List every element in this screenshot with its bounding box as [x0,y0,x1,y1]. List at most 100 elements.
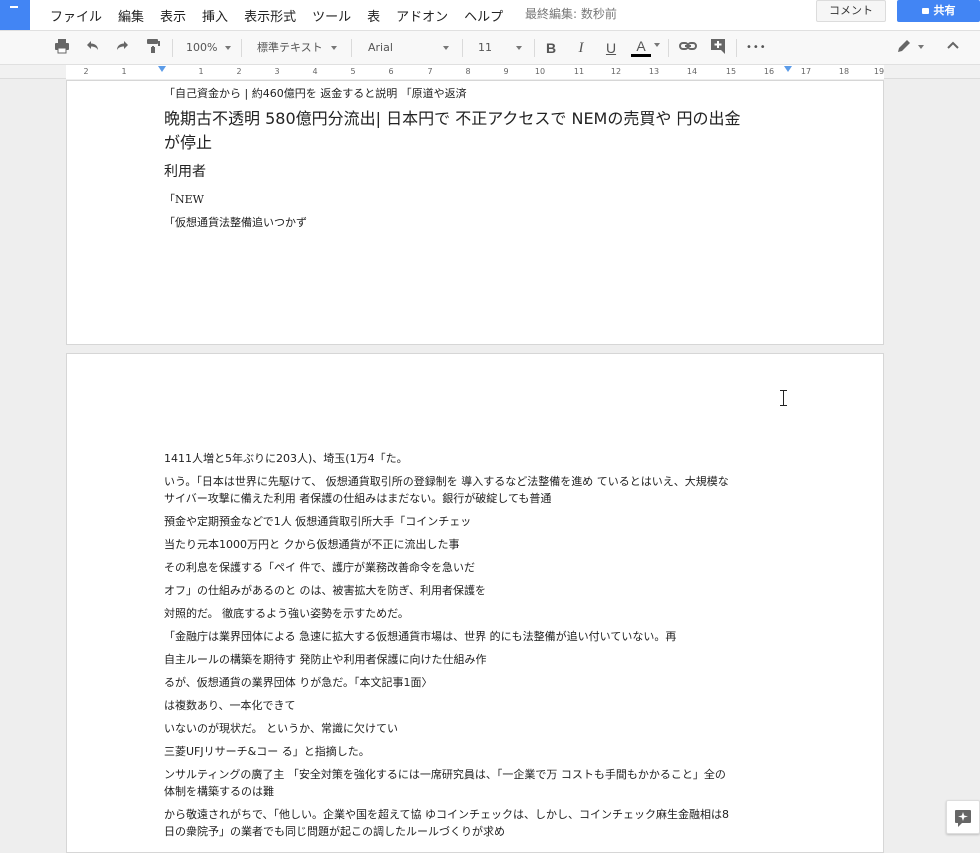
menu-format[interactable]: 表示形式 [244,6,296,25]
menu-insert[interactable]: 挿入 [202,6,228,25]
toolbar-divider [351,39,352,57]
add-comment-icon[interactable] [708,38,728,58]
underline-button[interactable]: U [601,38,621,58]
document-page-1[interactable]: 「自己資金から | 約460億円を 返金すると説明 「原道や返済 晩期古不透明 … [66,80,884,345]
ruler-body [66,65,884,79]
menu-file[interactable]: ファイル [50,6,102,25]
ruler-tick: 17 [800,67,812,76]
ruler-tick: 1 [198,67,204,76]
menu-edit[interactable]: 編集 [118,6,144,25]
paragraph-style-select[interactable]: 標準テキスト [257,38,337,58]
paint-format-icon[interactable] [143,38,163,58]
font-value: Arial [368,41,393,54]
chevron-down-icon[interactable] [654,43,660,47]
doc-line: 体制を構築するのは難 [164,785,274,798]
doc-line: は複数あり、一本化できて [164,699,296,712]
link-icon[interactable] [678,38,698,58]
doc-line: 「仮想通貨法整備追いつかず [164,216,307,229]
ruler-tick: 11 [573,67,585,76]
ruler-tick: 9 [503,67,509,76]
doc-line: いう。「日本は世界に先駆けて、 仮想通貨取引所の登録制を 導入するなど法整備を進… [164,475,729,488]
doc-line: 「自己資金から | 約460億円を 返金すると説明 「原道や返済 [164,87,467,100]
ruler-tick: 10 [534,67,546,76]
ruler-tick: 2 [236,67,242,76]
chevron-down-icon [330,46,337,50]
zoom-select[interactable]: 100% [186,38,232,58]
ruler[interactable]: 2 1 1 2 3 4 5 6 7 8 9 10 11 12 13 14 15 … [0,65,980,79]
doc-line: 1411人増と5年ぶりに203人)、埼玉(1万4「た。 [164,452,408,465]
chevron-down-icon [442,46,449,50]
print-icon[interactable] [52,38,72,58]
comment-button[interactable]: コメント [816,0,886,22]
text-color-button[interactable]: A [631,38,651,57]
left-indent-marker[interactable] [158,66,166,72]
ruler-tick: 6 [388,67,394,76]
zoom-value: 100% [186,41,218,54]
menu-addons[interactable]: アドオン [396,6,448,25]
docs-home-icon[interactable] [0,0,30,30]
toolbar: 100% 標準テキスト Arial 11 B I U A ••• [0,30,980,65]
ruler-tick: 3 [274,67,280,76]
toolbar-divider [534,39,535,57]
share-button[interactable]: 共有 [897,0,980,22]
menu-bar: ファイル 編集 表示 挿入 表示形式 ツール 表 アドオン ヘルプ 最終編集: … [0,0,980,30]
toolbar-divider [241,39,242,57]
ruler-tick: 16 [763,67,775,76]
ruler-tick: 12 [610,67,622,76]
paragraph-style-value: 標準テキスト [257,41,323,54]
ruler-tick: 7 [427,67,433,76]
ruler-tick: 4 [312,67,318,76]
menu-view[interactable]: 表示 [160,6,186,25]
italic-button[interactable]: I [571,38,591,58]
menu-help[interactable]: ヘルプ [464,6,503,25]
font-size-select[interactable]: 11 [478,38,522,58]
bold-button[interactable]: B [541,38,561,58]
doc-line: ンサルティングの廣了主 「安全対策を強化するには一席研究員は、「一企業で万 コス… [164,768,726,781]
doc-line: 「NEW [164,193,204,206]
ruler-tick: 19 [873,67,885,76]
doc-line: 自主ルールの構築を期待す 発防止や利用者保護に向けた仕組み作 [164,653,487,666]
redo-icon[interactable] [113,38,133,58]
ruler-tick: 14 [686,67,698,76]
ruler-tick: 18 [838,67,850,76]
ruler-tick: 13 [648,67,660,76]
doc-line: 日の衆院予」の業者でも同じ問題が起この調したルールづくりが求め [164,825,505,838]
menu-items: ファイル 編集 表示 挿入 表示形式 ツール 表 アドオン ヘルプ [50,6,519,25]
menu-table[interactable]: 表 [367,6,380,25]
explore-button[interactable] [946,800,980,834]
last-edit-status[interactable]: 最終編集: 数秒前 [525,5,617,22]
doc-line: から敬遠されがちで、「他しい。企業や国を超えて協 ゆコインチェックは、しかし、コ… [164,808,730,821]
undo-icon[interactable] [82,38,102,58]
share-label: 共有 [933,4,956,17]
doc-line: 三菱UFJリサーチ&コー る」と指摘した。 [164,745,370,758]
chevron-down-icon [225,46,232,50]
doc-line: 対照的だ。 徹底するよう強い姿勢を示すためだ。 [164,607,409,620]
doc-line: るが、仮想通貨の業界団体 りが急だ。「本文記事1面〉 [164,676,433,689]
menu-tools[interactable]: ツール [312,6,351,25]
toolbar-divider [172,39,173,57]
doc-line: 預金や定期預金などで1人 仮想通貨取引所大手「コインチェッ [164,515,472,528]
doc-line: サイバー攻撃に備えた利用 者保護の仕組みはまだない。銀行が破綻しても普通 [164,492,552,505]
ruler-tick: 1 [121,67,127,76]
toolbar-divider [462,39,463,57]
font-size-value: 11 [478,41,492,54]
doc-line: 「金融庁は業界団体による 急速に拡大する仮想通貨市場は、世界 的にも法整備が追い… [164,630,677,643]
right-indent-marker[interactable] [784,66,792,72]
chevron-down-icon [516,46,522,50]
doc-line: 当たり元本1000万円と クから仮想通貨が不正に流出した事 [164,538,460,551]
toolbar-divider [736,39,737,57]
doc-heading: が停止 [164,133,213,152]
collapse-toolbar-chevron-up-icon[interactable] [943,38,963,58]
edit-mode-pencil-icon[interactable] [894,38,914,58]
font-select[interactable]: Arial [368,38,449,58]
chevron-down-icon[interactable] [918,45,924,49]
more-options-button[interactable]: ••• [746,38,766,58]
ruler-tick: 5 [350,67,356,76]
ruler-tick: 2 [83,67,89,76]
doc-heading: 晩期古不透明 580億円分流出| 日本円で 不正アクセスで NEMの売買や 円の… [164,109,741,128]
ruler-tick: 15 [725,67,737,76]
doc-line: 利用者 [164,164,206,180]
toolbar-divider [668,39,669,57]
text-cursor-icon [780,390,788,406]
document-page-2[interactable]: 1411人増と5年ぶりに203人)、埼玉(1万4「た。 いう。「日本は世界に先駆… [66,353,884,853]
